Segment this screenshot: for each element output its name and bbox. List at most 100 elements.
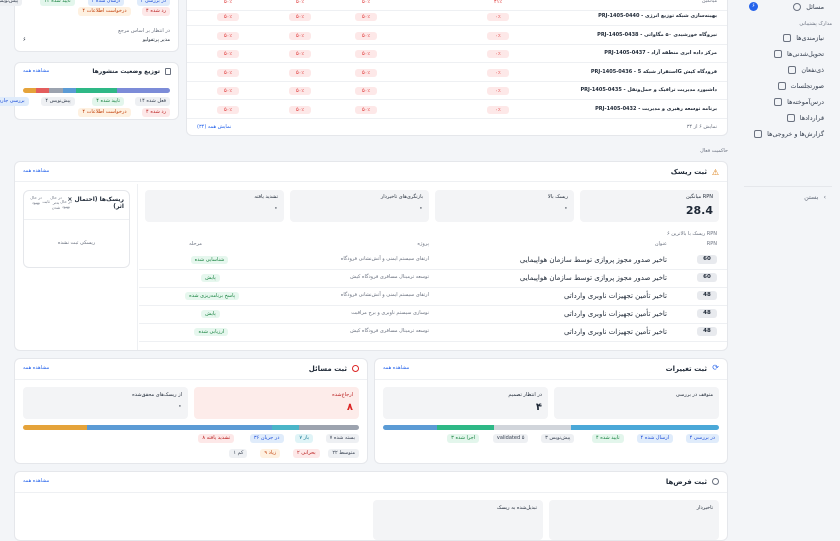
sidebar-item-icon	[777, 82, 786, 90]
stat-overdue: تاخیردار	[549, 500, 719, 540]
sidebar-item-icon	[774, 50, 783, 58]
row-divider	[187, 62, 727, 63]
score-badge: ۵۰٪	[217, 105, 239, 114]
alert-icon	[793, 3, 802, 11]
risk-stage-badge: پاسخ برنامه‌ریزی شده	[185, 292, 239, 300]
status-pill: کم ۱	[229, 449, 248, 458]
row-divider	[139, 269, 727, 270]
sidebar-item-1[interactable]: تحویل‌شدنی‌ها	[774, 50, 824, 58]
sidebar-item-icon	[783, 34, 792, 42]
sidebar-item-label: گزارش‌ها و خروجی‌ها	[767, 130, 824, 138]
charter-status-bar	[23, 88, 170, 93]
stat-value: ۰	[418, 204, 423, 212]
see-all-link[interactable]: مشاهده همه	[383, 365, 409, 372]
status-pill: باز ۷	[295, 434, 313, 443]
score-badge: ۵۰٪	[217, 50, 239, 58]
status-pill: متوسط ۲۲	[328, 449, 359, 458]
see-all-link[interactable]: مشاهده همه	[23, 168, 49, 175]
status-pill: validated ۵	[492, 434, 529, 443]
score-badge: ۵۰٪	[217, 68, 239, 77]
risk-title[interactable]: تاخیر صدور مجوز پروازی توسط سازمان هواپی…	[520, 274, 667, 282]
score-badge: ۵۰٪	[217, 13, 239, 21]
risk-stat-1: ریسک بالا ۰	[435, 190, 574, 222]
row-divider	[139, 305, 727, 306]
status-pill: رد شده ۴	[142, 7, 170, 16]
stat-label: ریسک بالا	[547, 194, 568, 200]
score-badge: ۵۰٪	[355, 13, 377, 21]
score-badge: ۵۰٪	[289, 13, 311, 21]
status-pill: درخواست اطلاعات ۴	[78, 7, 131, 16]
project-name[interactable]: PRJ-1405-0438 - نیروگاه خورشیدی ۵۰ مگاوا…	[597, 32, 717, 39]
score-badge: ۵۰٪	[289, 50, 311, 58]
top-risks-label: ۶ ریسک با بالاترین RPN	[666, 231, 717, 237]
status-pill: رد شده ۴	[142, 108, 170, 117]
row-divider	[187, 99, 727, 100]
project-name[interactable]: PRJ-1405-0437 - مرکز داده ابری منطقه آزا…	[604, 50, 717, 57]
risk-title[interactable]: تاخیر تأمین تجهیزات ناوبری وارداتی	[564, 310, 667, 318]
sidebar-item-2[interactable]: ذی‌نفعان	[788, 66, 824, 74]
risk-title[interactable]: تاخیر صدور مجوز پروازی توسط سازمان هواپی…	[520, 256, 667, 264]
refresh-icon: ⟳	[712, 363, 719, 372]
risk-project: ارتقای سیستم ایمنی و آتش‌نشانی فرودگاه	[340, 292, 429, 298]
status-pill: در جریان ۳۶	[249, 434, 284, 443]
stat-pending: در انتظار تصمیم ۴	[383, 387, 548, 419]
header-title: عنوان	[654, 241, 667, 247]
issues-register-card: ثبت مسائل مشاهده همه ارجاع‌شده ۸ از ریسک…	[14, 358, 368, 464]
sidebar-close-button[interactable]: بستن ‹	[804, 193, 826, 201]
risk-project: نوسازی سیستم ناوبری و برج مراقبت	[351, 310, 429, 316]
status-pill: پیش‌نویس ۴	[41, 97, 75, 106]
score-badge: ۰٪	[487, 13, 509, 21]
risk-stage-badge: شناسایی شده	[190, 256, 229, 264]
risk-title[interactable]: تاخیر تأمین تجهیزات ناوبری وارداتی	[564, 328, 667, 336]
chevron-left-icon: ‹	[823, 193, 826, 201]
row-divider	[139, 287, 727, 288]
see-all-link[interactable]: مشاهده همه	[23, 478, 49, 485]
score-badge: ۵۰٪	[295, 0, 305, 5]
issues-count-badge: ۶	[749, 2, 758, 11]
sidebar-item-6[interactable]: گزارش‌ها و خروجی‌ها	[754, 130, 824, 138]
status-pill: در بررسی ۴	[136, 0, 170, 6]
status-pill: پیش‌نویس ۳	[0, 0, 23, 6]
risk-stage-badge: ارزیابی شده	[194, 328, 229, 336]
row-divider	[187, 25, 727, 26]
assumptions-register-card: ثبت فرض‌ها مشاهده همه تاخیردار تبدیل‌شده…	[14, 471, 728, 541]
risk-title[interactable]: تاخیر تأمین تجهیزات ناوبری وارداتی	[564, 292, 667, 300]
sidebar-item-label: نیازمندی‌ها	[796, 34, 824, 42]
project-name[interactable]: PRJ-1405-0440 - بهینه‌سازی شبکه توزیع ان…	[598, 13, 717, 20]
risk-stat-2: بازنگری‌های تاخیردار ۰	[290, 190, 429, 222]
score-badge: ۵۰٪	[355, 50, 377, 58]
status-pill: فعل شده ۱۴	[135, 97, 170, 106]
sidebar-item-icon	[788, 66, 797, 74]
row-divider	[187, 117, 727, 119]
matrix-legend-item: در حال بهبود	[60, 199, 72, 209]
sidebar-divider	[744, 186, 832, 187]
see-all-link[interactable]: مشاهده همه	[23, 68, 49, 75]
sidebar-item-3[interactable]: صورتجلسات	[777, 82, 824, 90]
show-all-link[interactable]: نمایش همه (۳۴)	[197, 124, 231, 131]
charter-distribution-card: توزیع وضعیت منشورها مشاهده همه فعل شده ۱…	[0, 62, 179, 120]
score-badge: ۵۰٪	[355, 105, 377, 114]
sidebar-item-icon	[754, 130, 763, 138]
project-name[interactable]: PRJ-1405-0435 - داشبورد مدیریت ترافیک و …	[580, 87, 717, 94]
sidebar-item-4[interactable]: درس‌آموخته‌ها	[774, 98, 824, 106]
sidebar-item-issues[interactable]: مسائل	[793, 3, 824, 11]
rpn-value: 60	[697, 273, 717, 282]
row-divider	[187, 80, 727, 82]
governance-label: حاکمیت فعال	[700, 148, 728, 154]
project-name[interactable]: PRJ-1405-0432 - برنامه توسعه رهبری و مدی…	[595, 106, 717, 113]
header-rpn: RPN	[706, 241, 717, 247]
sidebar-item-5[interactable]: قراردادها	[786, 114, 824, 122]
sidebar: مسائل ۶ مدارک پشتیبانی بستن ‹ نیازمندی‌ه…	[744, 0, 840, 526]
sidebar-item-0[interactable]: نیازمندی‌ها	[783, 34, 824, 42]
score-badge: ۵۰٪	[289, 105, 311, 114]
status-pill: تایید شده ۴	[92, 97, 124, 106]
stat-value: ۰	[563, 204, 568, 212]
stat-value: ۰	[273, 204, 278, 212]
score-badge: ۰٪	[487, 87, 509, 95]
stat-converted: تبدیل‌شده به ریسک	[373, 500, 543, 540]
project-name[interactable]: PRJ-1405-0436 - استقرار شبکه 5G فرودگاه …	[591, 69, 717, 76]
card-title: ثبت تغییرات	[665, 365, 707, 373]
warning-icon: ⚠	[711, 168, 719, 177]
row-divider	[139, 323, 727, 324]
see-all-link[interactable]: مشاهده همه	[23, 365, 49, 372]
